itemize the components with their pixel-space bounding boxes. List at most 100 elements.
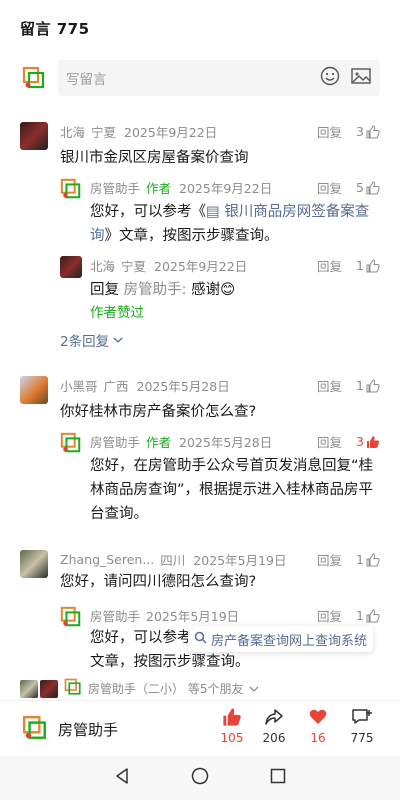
like-button-active[interactable]: 3	[356, 434, 380, 449]
commenter-name[interactable]: 北海	[60, 122, 85, 141]
reply-button[interactable]: 回复	[317, 256, 342, 275]
thumbs-up-icon	[366, 552, 380, 566]
thumbs-up-icon	[366, 180, 380, 194]
reply-text: 回复 房管助手: 感谢😊	[90, 278, 380, 302]
reply-button[interactable]: 回复	[317, 606, 342, 625]
author-badge: 作者	[146, 434, 172, 450]
like-count: 1	[356, 258, 364, 273]
author-badge: 作者	[146, 180, 172, 196]
author-liked-label: 作者赞过	[90, 305, 144, 321]
write-comment-row[interactable]: 写留言	[20, 60, 380, 96]
friend-avatar	[20, 679, 38, 698]
friends-liked-text: 房管助手（二小） 等5个朋友	[88, 682, 244, 696]
like-button[interactable]: 5	[356, 180, 380, 195]
like-button[interactable]: 1	[356, 608, 380, 623]
like-button[interactable]: 1	[356, 378, 380, 393]
comment-input-placeholder: 写留言	[66, 72, 107, 88]
friends-liked-row[interactable]: 房管助手（二小） 等5个朋友	[20, 678, 259, 699]
like-button[interactable]: 3	[356, 124, 380, 139]
reply-button[interactable]: 回复	[317, 178, 342, 197]
reply-button[interactable]: 回复	[317, 122, 342, 141]
like-count: 1	[356, 608, 364, 623]
thumbs-up-filled-icon	[367, 435, 380, 448]
recents-icon[interactable]	[269, 767, 287, 789]
reply-prefix: 回复	[90, 282, 124, 298]
replier-location: 宁夏	[121, 258, 147, 274]
search-suggestion-popup[interactable]: 房产备案查询网上查询系统	[188, 626, 374, 652]
more-replies-label: 2条回复	[60, 334, 110, 350]
reply-text-line2: 文章，按图示步骤查询。	[90, 654, 250, 670]
like-count: 3	[356, 124, 364, 139]
commenter-name[interactable]: Zhang_Seren...	[60, 552, 154, 567]
search-icon	[194, 631, 207, 648]
avatar[interactable]	[20, 122, 48, 150]
account-logo-icon[interactable]	[22, 715, 48, 745]
comment-text: 您好，请问四川德阳怎么查询?	[60, 574, 257, 590]
thumbs-up-filled-icon	[223, 708, 241, 726]
thumbs-up-icon	[366, 608, 380, 622]
back-icon[interactable]	[113, 767, 131, 789]
document-icon: ▤	[206, 204, 225, 220]
reply-date: 2025年5月28日	[179, 434, 273, 450]
system-navigation-bar	[0, 756, 400, 800]
reply-button[interactable]: 回复	[317, 550, 342, 569]
comment-text: 银川市金凤区房屋备案价查询	[60, 150, 249, 166]
account-logo-icon	[60, 606, 82, 632]
reply-text: 您好，在房管助手公众号首页发消息回复“桂林商品房查询”，根据提示进入桂林商品房平…	[90, 458, 374, 522]
comment-add-icon	[352, 709, 372, 724]
heart-filled-icon	[309, 709, 327, 724]
reply-text-post: 感谢😊	[186, 282, 236, 298]
like-article-button[interactable]: 105	[212, 707, 252, 745]
image-icon[interactable]	[350, 66, 372, 90]
avatar[interactable]	[60, 256, 82, 278]
search-suggestion-text: 房产备案查询网上查询系统	[211, 633, 368, 649]
replier-name[interactable]: 房管助手	[90, 606, 140, 625]
reply-button[interactable]: 回复	[317, 376, 342, 395]
like-count: 1	[356, 378, 364, 393]
commenter-name[interactable]: 小黑哥	[60, 376, 98, 395]
reply-date: 2025年5月19日	[146, 608, 240, 624]
like-button[interactable]: 1	[356, 552, 380, 567]
reply-button[interactable]: 回复	[317, 432, 342, 451]
account-name[interactable]: 房管助手	[58, 719, 118, 740]
comment-date: 2025年5月19日	[193, 552, 287, 568]
account-logo-icon	[60, 432, 82, 458]
comment-date: 2025年9月22日	[124, 124, 218, 140]
home-icon[interactable]	[191, 767, 209, 789]
more-replies-toggle[interactable]: 2条回复	[60, 330, 123, 350]
like-count: 5	[356, 180, 364, 195]
mention[interactable]: 房管助手:	[124, 282, 187, 298]
replier-name[interactable]: 房管助手	[90, 432, 140, 451]
thumbs-up-icon	[366, 124, 380, 138]
account-logo-icon	[60, 178, 82, 204]
reply-text: 您好，可以参考《▤ 银川商品房网签备案查询》文章，按图示步骤查询。	[90, 200, 380, 248]
avatar[interactable]	[20, 376, 48, 404]
chevron-down-icon	[113, 332, 123, 348]
reply-text-pre: 您好，可以参考《	[90, 204, 206, 220]
commenter-location: 广西	[103, 378, 129, 394]
reply-date: 2025年9月22日	[154, 258, 248, 274]
like-button[interactable]: 1	[356, 258, 380, 273]
reply-text-post: 》文章，按图示步骤查询。	[104, 228, 279, 244]
share-count: 206	[262, 731, 286, 745]
reply-date: 2025年9月22日	[179, 180, 273, 196]
chevron-down-icon	[249, 682, 259, 696]
comment-date: 2025年5月28日	[136, 378, 230, 394]
commenter-location: 四川	[160, 552, 186, 568]
account-logo-icon	[20, 64, 48, 92]
comment-input[interactable]: 写留言	[58, 60, 380, 96]
friend-avatar	[40, 679, 58, 698]
like-count: 3	[356, 434, 364, 449]
emoji-icon[interactable]	[320, 66, 340, 90]
heart-button[interactable]: 16	[298, 707, 338, 745]
commenter-location: 宁夏	[91, 124, 117, 140]
comment-text: 你好桂林市房产备案价怎么查?	[60, 404, 257, 420]
comment-button[interactable]: 775	[342, 707, 382, 745]
replier-name[interactable]: 北海	[90, 256, 115, 275]
bottom-action-bar: 房管助手 105 206 16 775	[0, 700, 400, 756]
avatar[interactable]	[20, 550, 48, 578]
share-icon	[265, 709, 283, 725]
replier-name[interactable]: 房管助手	[90, 178, 140, 197]
share-button[interactable]: 206	[254, 707, 294, 745]
thumbs-up-icon	[366, 258, 380, 272]
